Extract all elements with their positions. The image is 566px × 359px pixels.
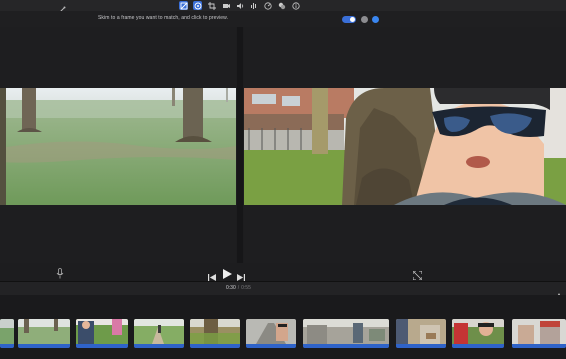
reset-button[interactable]: [361, 16, 368, 23]
project-timeline[interactable]: [0, 295, 566, 359]
skip-back-icon[interactable]: [208, 268, 216, 281]
info-icon[interactable]: [291, 1, 300, 10]
match-color-toggle[interactable]: [342, 16, 356, 23]
color-correction-icon[interactable]: [193, 1, 202, 10]
crop-icon[interactable]: [207, 1, 216, 10]
speed-icon[interactable]: [263, 1, 272, 10]
viewer-divider[interactable]: [237, 27, 243, 263]
match-color-hint-bar: Skim to a frame you want to match, and c…: [0, 11, 566, 27]
adjustment-tools: [179, 1, 300, 10]
timeline-clip[interactable]: [134, 319, 184, 348]
apply-button[interactable]: [372, 16, 379, 23]
timeline-header: 0:30/0:55: [0, 281, 566, 297]
play-icon[interactable]: [222, 266, 232, 279]
timeline-clip[interactable]: [18, 319, 70, 348]
timeline-clip[interactable]: [512, 319, 566, 348]
target-frame-viewer[interactable]: [244, 27, 566, 263]
timeline-clip[interactable]: [303, 319, 389, 348]
timeline-clip[interactable]: [190, 319, 240, 348]
imovie-window: Skim to a frame you want to match, and c…: [0, 0, 566, 359]
filter-icon[interactable]: [277, 1, 286, 10]
stabilize-icon[interactable]: [221, 1, 230, 10]
magic-wand-icon[interactable]: [58, 1, 66, 14]
time-separator: /: [237, 285, 240, 291]
timeline-clip[interactable]: [246, 319, 296, 348]
total-duration: 0:55: [241, 285, 251, 291]
source-frame-viewer[interactable]: [0, 27, 236, 263]
noise-reduction-icon[interactable]: [249, 1, 258, 10]
timeline-clip[interactable]: [0, 319, 14, 348]
skip-forward-icon[interactable]: [237, 268, 245, 281]
timeline-clip[interactable]: [396, 319, 446, 348]
color-balance-icon[interactable]: [179, 1, 188, 10]
timecode-display: 0:30/0:55: [226, 285, 251, 291]
target-frame-image: [244, 88, 566, 205]
source-frame-image: [0, 88, 236, 205]
match-color-instruction: Skim to a frame you want to match, and c…: [98, 15, 229, 21]
timeline-settings-icon[interactable]: [556, 285, 562, 297]
timeline-clip[interactable]: [76, 319, 128, 348]
microphone-icon[interactable]: [56, 266, 64, 279]
timeline-clip[interactable]: [452, 319, 504, 348]
fullscreen-icon[interactable]: [412, 267, 423, 281]
current-time: 0:30: [226, 285, 236, 291]
video-track: [0, 319, 566, 351]
playback-controls: [0, 263, 566, 281]
volume-icon[interactable]: [235, 1, 244, 10]
